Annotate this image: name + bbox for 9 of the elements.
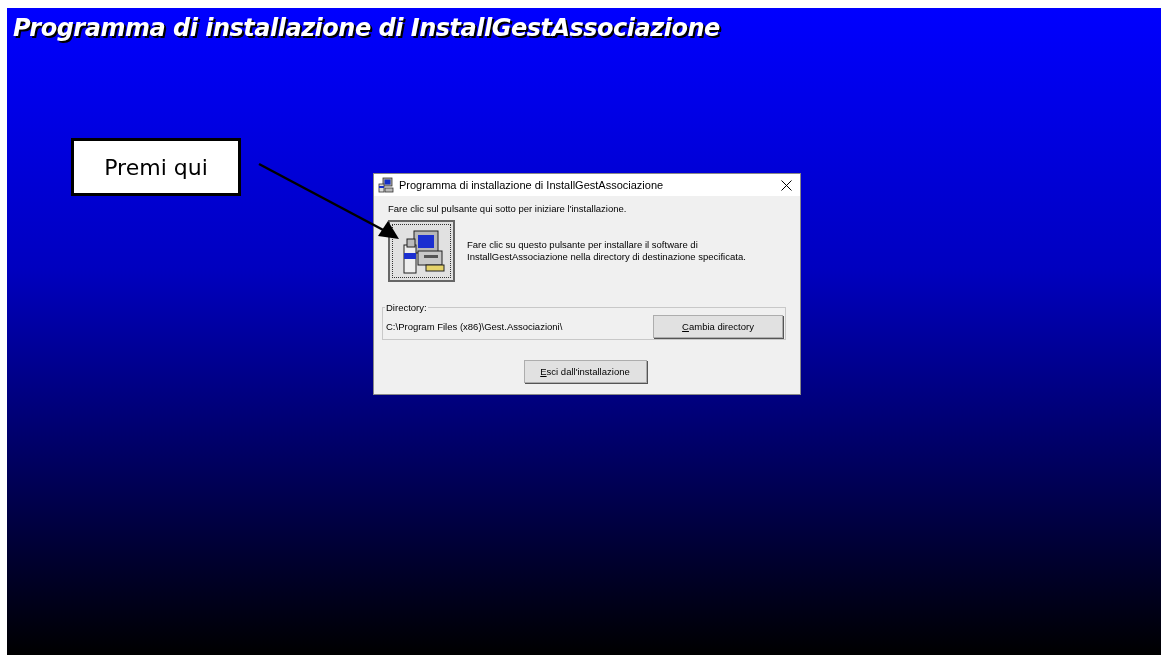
- instruction-text: Fare clic sul pulsante qui sotto per iniziare l'installazione.: [388, 203, 628, 214]
- directory-path: C:\Program Files (x86)\Gest.Associazioni\: [385, 320, 563, 332]
- exit-button[interactable]: Esci dall'installazione: [523, 360, 647, 383]
- install-description: Fare clic su questo pulsante per installare il software di InstallGestAssociazione nella directory di destinazione specificata.: [467, 239, 747, 263]
- directory-label: Directory:: [385, 302, 428, 313]
- callout-label: Premi qui: [71, 138, 241, 196]
- banner-title: Programma di installazione di InstallGestAssociazione: [12, 13, 720, 42]
- dialog-title: Programma di installazione di InstallGestAssociazione: [399, 179, 665, 191]
- change-directory-button[interactable]: Cambia directory: [653, 314, 783, 338]
